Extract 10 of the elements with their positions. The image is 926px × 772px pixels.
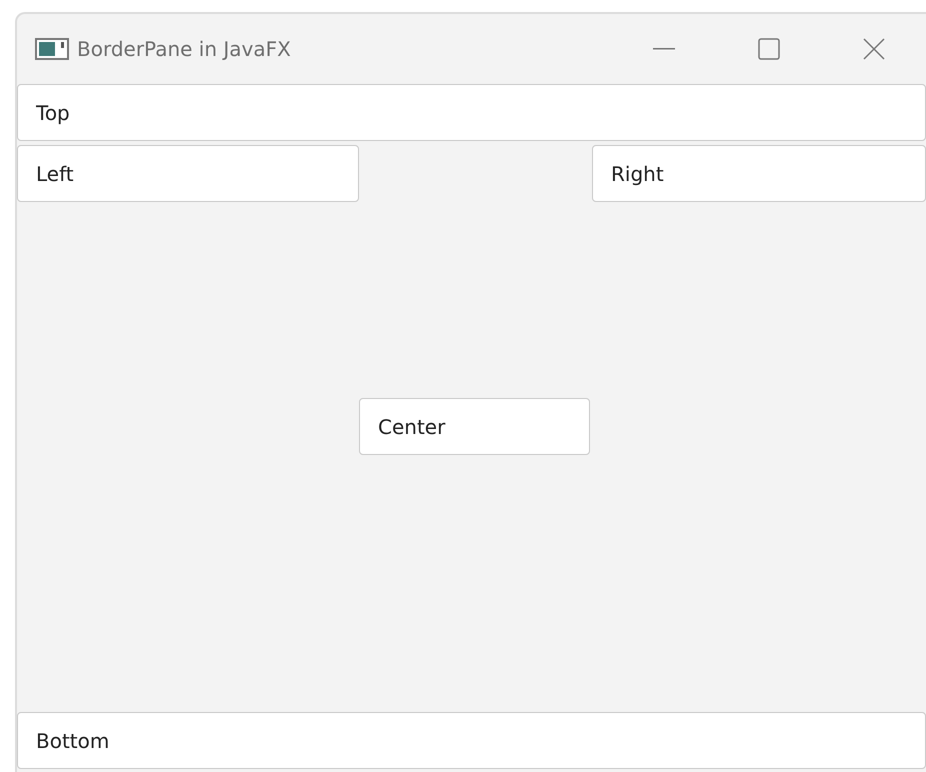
center-text-field[interactable]: Center xyxy=(359,398,590,455)
bottom-text-field[interactable]: Bottom xyxy=(17,712,926,769)
window-title: BorderPane in JavaFX xyxy=(77,36,291,63)
minimize-icon xyxy=(652,48,674,50)
maximize-icon xyxy=(758,38,780,60)
top-text-field[interactable]: Top xyxy=(17,84,926,141)
app-icon xyxy=(35,38,69,60)
left-text-field[interactable]: Left xyxy=(17,145,359,202)
right-text-field[interactable]: Right xyxy=(592,145,926,202)
close-icon xyxy=(862,38,884,60)
